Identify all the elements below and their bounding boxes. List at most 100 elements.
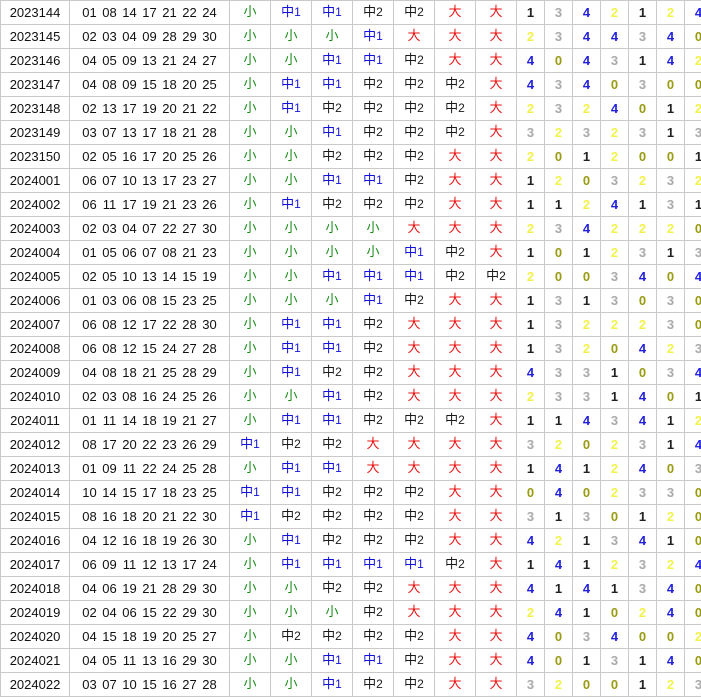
drawn-number: 09: [120, 49, 140, 72]
drawn-number: 06: [80, 193, 100, 216]
drawn-number: 14: [100, 481, 120, 504]
drawn-number: 21: [140, 361, 160, 384]
drawn-number: 26: [180, 529, 200, 552]
drawn-number: 15: [140, 73, 160, 96]
size-indicator-cell: 大: [476, 673, 517, 697]
drawn-number: 02: [80, 217, 100, 240]
size-indicator-cell: 大: [435, 169, 476, 193]
size-indicator-cell: 大: [435, 313, 476, 337]
digit-indicator-cell: 2: [601, 433, 629, 457]
digit-indicator-cell: 0: [657, 385, 685, 409]
size-indicator-cell: 小: [230, 601, 271, 625]
digit-indicator-cell: 3: [545, 73, 573, 97]
size-indicator-cell: 大: [435, 529, 476, 553]
digit-indicator-cell: 3: [545, 25, 573, 49]
drawn-number: 13: [100, 97, 120, 120]
drawn-number: 16: [120, 145, 140, 168]
size-indicator-cell: 小: [230, 193, 271, 217]
size-indicator-cell: 中2: [394, 505, 435, 529]
digit-indicator-cell: 2: [629, 217, 657, 241]
drawn-number: 08: [100, 1, 120, 24]
drawn-number: 18: [160, 121, 180, 144]
drawn-number: 26: [180, 433, 200, 456]
size-indicator-cell: 小: [271, 217, 312, 241]
period-cell: 2023150: [1, 145, 70, 169]
drawn-number: 18: [120, 361, 140, 384]
drawn-number: 01: [80, 1, 100, 24]
size-indicator-cell: 小: [230, 217, 271, 241]
period-cell: 2024020: [1, 625, 70, 649]
digit-indicator-cell: 4: [601, 193, 629, 217]
drawn-number: 16: [120, 529, 140, 552]
size-indicator-cell: 中1: [271, 457, 312, 481]
size-indicator-cell: 中1: [230, 505, 271, 529]
digit-indicator-cell: 0: [657, 145, 685, 169]
digit-indicator-cell: 4: [517, 625, 545, 649]
drawn-number: 30: [200, 577, 220, 600]
size-indicator-cell: 大: [476, 433, 517, 457]
digit-indicator-cell: 3: [545, 217, 573, 241]
size-indicator-cell: 大: [353, 433, 394, 457]
digit-indicator-cell: 3: [685, 337, 701, 361]
size-indicator-cell: 小: [230, 73, 271, 97]
digit-indicator-cell: 3: [573, 505, 601, 529]
size-indicator-cell: 小: [312, 601, 353, 625]
drawn-number: 26: [200, 385, 220, 408]
drawn-number: 21: [180, 121, 200, 144]
digit-indicator-cell: 4: [657, 49, 685, 73]
table-row: 202401410141517182325中1中1中2中2中2大大0402330: [1, 481, 701, 505]
drawn-number: 17: [160, 169, 180, 192]
drawn-number: 22: [140, 433, 160, 456]
drawn-number: 07: [140, 241, 160, 264]
drawn-number: 05: [100, 241, 120, 264]
period-cell: 2024021: [1, 649, 70, 673]
digit-indicator-cell: 1: [545, 193, 573, 217]
digit-indicator-cell: 4: [545, 481, 573, 505]
drawn-number: 19: [160, 529, 180, 552]
digit-indicator-cell: 1: [629, 1, 657, 25]
drawn-number: 21: [180, 241, 200, 264]
digit-indicator-cell: 1: [517, 289, 545, 313]
table-row: 202401902040615222930小小小中2大大大2410240: [1, 601, 701, 625]
drawn-number: 21: [180, 97, 200, 120]
size-indicator-cell: 小: [230, 457, 271, 481]
size-indicator-cell: 小: [230, 241, 271, 265]
size-indicator-cell: 中2: [394, 1, 435, 25]
drawn-number: 23: [200, 241, 220, 264]
drawn-number: 27: [180, 673, 200, 696]
size-indicator-cell: 大: [476, 337, 517, 361]
digit-indicator-cell: 2: [657, 217, 685, 241]
digit-indicator-cell: 3: [629, 241, 657, 265]
drawn-numbers-cell: 02030409282930: [70, 25, 230, 49]
digit-indicator-cell: 0: [573, 481, 601, 505]
drawn-number: 01: [80, 289, 100, 312]
digit-indicator-cell: 2: [573, 97, 601, 121]
size-indicator-cell: 中2: [394, 49, 435, 73]
size-indicator-cell: 中2: [312, 481, 353, 505]
digit-indicator-cell: 2: [573, 193, 601, 217]
drawn-number: 16: [160, 649, 180, 672]
size-indicator-cell: 小: [230, 361, 271, 385]
digit-indicator-cell: 1: [573, 241, 601, 265]
digit-indicator-cell: 2: [601, 121, 629, 145]
period-cell: 2024014: [1, 481, 70, 505]
digit-indicator-cell: 2: [517, 97, 545, 121]
digit-indicator-cell: 3: [601, 409, 629, 433]
table-row: 202401002030816242526小小中1中2大大大2331401: [1, 385, 701, 409]
drawn-number: 04: [80, 577, 100, 600]
size-indicator-cell: 中1: [353, 49, 394, 73]
digit-indicator-cell: 3: [601, 265, 629, 289]
digit-indicator-cell: 3: [629, 481, 657, 505]
digit-indicator-cell: 1: [573, 457, 601, 481]
digit-indicator-cell: 1: [685, 193, 701, 217]
drawn-number: 25: [180, 457, 200, 480]
period-cell: 2023148: [1, 97, 70, 121]
size-indicator-cell: 小: [271, 241, 312, 265]
size-indicator-cell: 小: [271, 601, 312, 625]
digit-indicator-cell: 1: [657, 529, 685, 553]
drawn-number: 13: [140, 49, 160, 72]
table-row: 202315002051617202526小小中2中2中2大大2012001: [1, 145, 701, 169]
size-indicator-cell: 小: [230, 625, 271, 649]
digit-indicator-cell: 3: [685, 673, 701, 697]
digit-indicator-cell: 2: [657, 505, 685, 529]
